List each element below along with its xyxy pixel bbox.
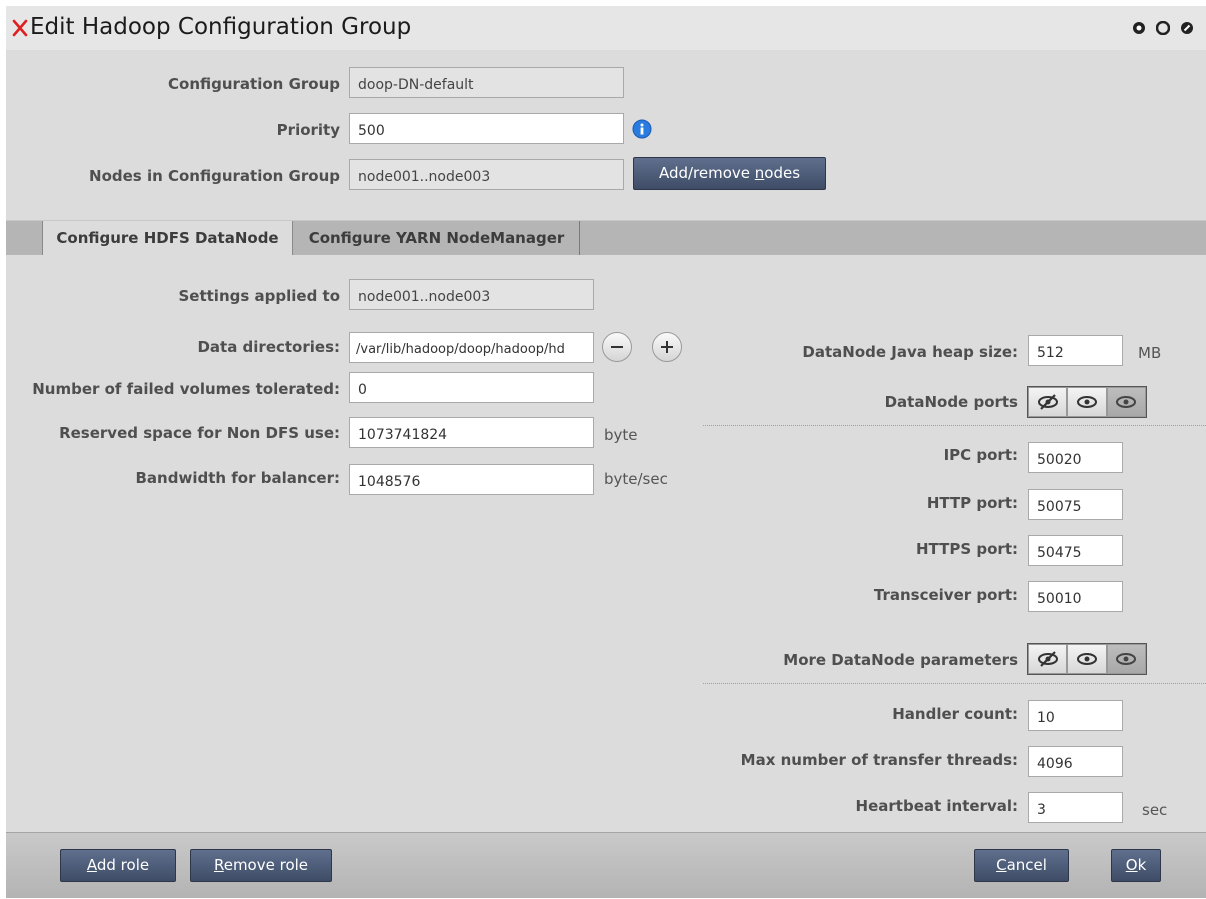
reserved-space-input[interactable]: 1073741824	[349, 417, 594, 448]
settings-applied-field: node001..node003	[349, 279, 594, 310]
eye-icon	[1076, 396, 1097, 408]
add-role-button[interactable]: Add role	[60, 849, 176, 882]
remove-role-text: emove role	[223, 856, 309, 874]
eye-slash-icon	[1037, 651, 1058, 667]
config-group-label: Configuration Group	[168, 75, 340, 93]
cancel-mnemonic: C	[996, 856, 1007, 874]
heap-size-unit: MB	[1138, 344, 1162, 362]
footer-bar: Add role Remove role Cancel Ok	[6, 832, 1206, 898]
ports-show-all-button[interactable]	[1106, 387, 1146, 417]
eye-icon	[1076, 653, 1097, 665]
add-directory-button[interactable]	[652, 332, 682, 362]
close-window-icon[interactable]	[1180, 21, 1194, 35]
nodes-label: Nodes in Configuration Group	[89, 167, 340, 185]
minimize-icon[interactable]	[1132, 21, 1146, 35]
settings-applied-label: Settings applied to	[178, 287, 340, 305]
config-group-field: doop-DN-default	[349, 67, 624, 98]
data-directories-label: Data directories:	[197, 338, 340, 356]
http-port-label: HTTP port:	[926, 494, 1018, 512]
more-hide-button[interactable]	[1028, 644, 1068, 674]
maximize-icon[interactable]	[1156, 21, 1170, 35]
heap-size-input[interactable]: 512	[1028, 335, 1123, 366]
eye-slash-icon	[1037, 394, 1058, 410]
add-remove-nodes-button[interactable]: Add/remove nodes	[633, 157, 826, 190]
priority-label: Priority	[276, 121, 340, 139]
reserved-space-unit: byte	[604, 426, 638, 444]
ports-show-button[interactable]	[1067, 387, 1107, 417]
failed-volumes-input[interactable]: 0	[349, 372, 594, 403]
heap-size-label: DataNode Java heap size:	[802, 343, 1018, 361]
cancel-text: ancel	[1006, 856, 1047, 874]
plus-icon	[661, 341, 673, 353]
https-port-input[interactable]: 50475	[1028, 535, 1123, 566]
data-directories-input[interactable]: /var/lib/hadoop/doop/hadoop/hd	[349, 332, 594, 363]
heartbeat-label: Heartbeat interval:	[855, 797, 1018, 815]
https-port-label: HTTPS port:	[916, 540, 1018, 558]
eye-icon	[1116, 653, 1137, 665]
priority-input[interactable]: 500	[349, 113, 624, 144]
more-params-divider	[703, 683, 1206, 684]
window-title: Edit Hadoop Configuration Group	[30, 14, 412, 40]
datanode-ports-toggle	[1027, 386, 1147, 418]
add-remove-nodes-pre: Add/remove	[658, 164, 755, 182]
remove-directory-button[interactable]	[602, 332, 632, 362]
minus-icon	[611, 346, 623, 348]
more-params-label: More DataNode parameters	[783, 651, 1018, 669]
failed-volumes-label: Number of failed volumes tolerated:	[32, 380, 340, 398]
add-role-mnemonic: A	[86, 856, 97, 874]
more-show-all-button[interactable]	[1106, 644, 1146, 674]
http-port-input[interactable]: 50075	[1028, 489, 1123, 520]
title-bar: Edit Hadoop Configuration Group	[6, 6, 1206, 50]
ipc-port-input[interactable]: 50020	[1028, 442, 1123, 473]
bandwidth-label: Bandwidth for balancer:	[135, 469, 341, 487]
info-icon[interactable]	[632, 119, 652, 139]
cancel-button[interactable]: Cancel	[974, 849, 1069, 882]
ports-divider	[703, 425, 1206, 426]
tab-hdfs-datanode[interactable]: Configure HDFS DataNode	[42, 221, 293, 255]
transceiver-port-label: Transceiver port:	[873, 586, 1018, 604]
eye-icon	[1116, 396, 1137, 408]
ipc-port-label: IPC port:	[943, 446, 1018, 464]
datanode-ports-label: DataNode ports	[884, 393, 1018, 411]
ports-hide-button[interactable]	[1028, 387, 1068, 417]
more-params-toggle	[1027, 643, 1147, 675]
ok-mnemonic: O	[1125, 856, 1138, 874]
tab-yarn-nodemanager[interactable]: Configure YARN NodeManager	[294, 221, 580, 255]
handler-count-label: Handler count:	[892, 705, 1018, 723]
transfer-threads-label: Max number of transfer threads:	[740, 751, 1018, 769]
close-x-icon[interactable]	[12, 18, 28, 38]
add-role-text: dd role	[96, 856, 150, 874]
remove-role-mnemonic: R	[213, 856, 224, 874]
transceiver-port-input[interactable]: 50010	[1028, 581, 1123, 612]
remove-role-button[interactable]: Remove role	[190, 849, 332, 882]
more-show-button[interactable]	[1067, 644, 1107, 674]
heartbeat-unit: sec	[1142, 801, 1168, 819]
add-remove-nodes-post: odes	[764, 164, 801, 182]
tab-strip: Configure HDFS DataNode Configure YARN N…	[6, 220, 1206, 255]
reserved-space-label: Reserved space for Non DFS use:	[59, 424, 340, 442]
ok-button[interactable]: Ok	[1111, 849, 1161, 882]
bandwidth-unit: byte/sec	[604, 470, 668, 488]
bandwidth-input[interactable]: 1048576	[349, 464, 594, 495]
heartbeat-input[interactable]: 3	[1028, 792, 1123, 823]
ok-text: k	[1137, 856, 1147, 874]
handler-count-input[interactable]: 10	[1028, 700, 1123, 731]
add-remove-nodes-mnemonic: n	[754, 164, 765, 182]
transfer-threads-input[interactable]: 4096	[1028, 746, 1123, 777]
dialog-window: Edit Hadoop Configuration Group Configur…	[6, 6, 1206, 898]
nodes-field: node001..node003	[349, 159, 624, 190]
